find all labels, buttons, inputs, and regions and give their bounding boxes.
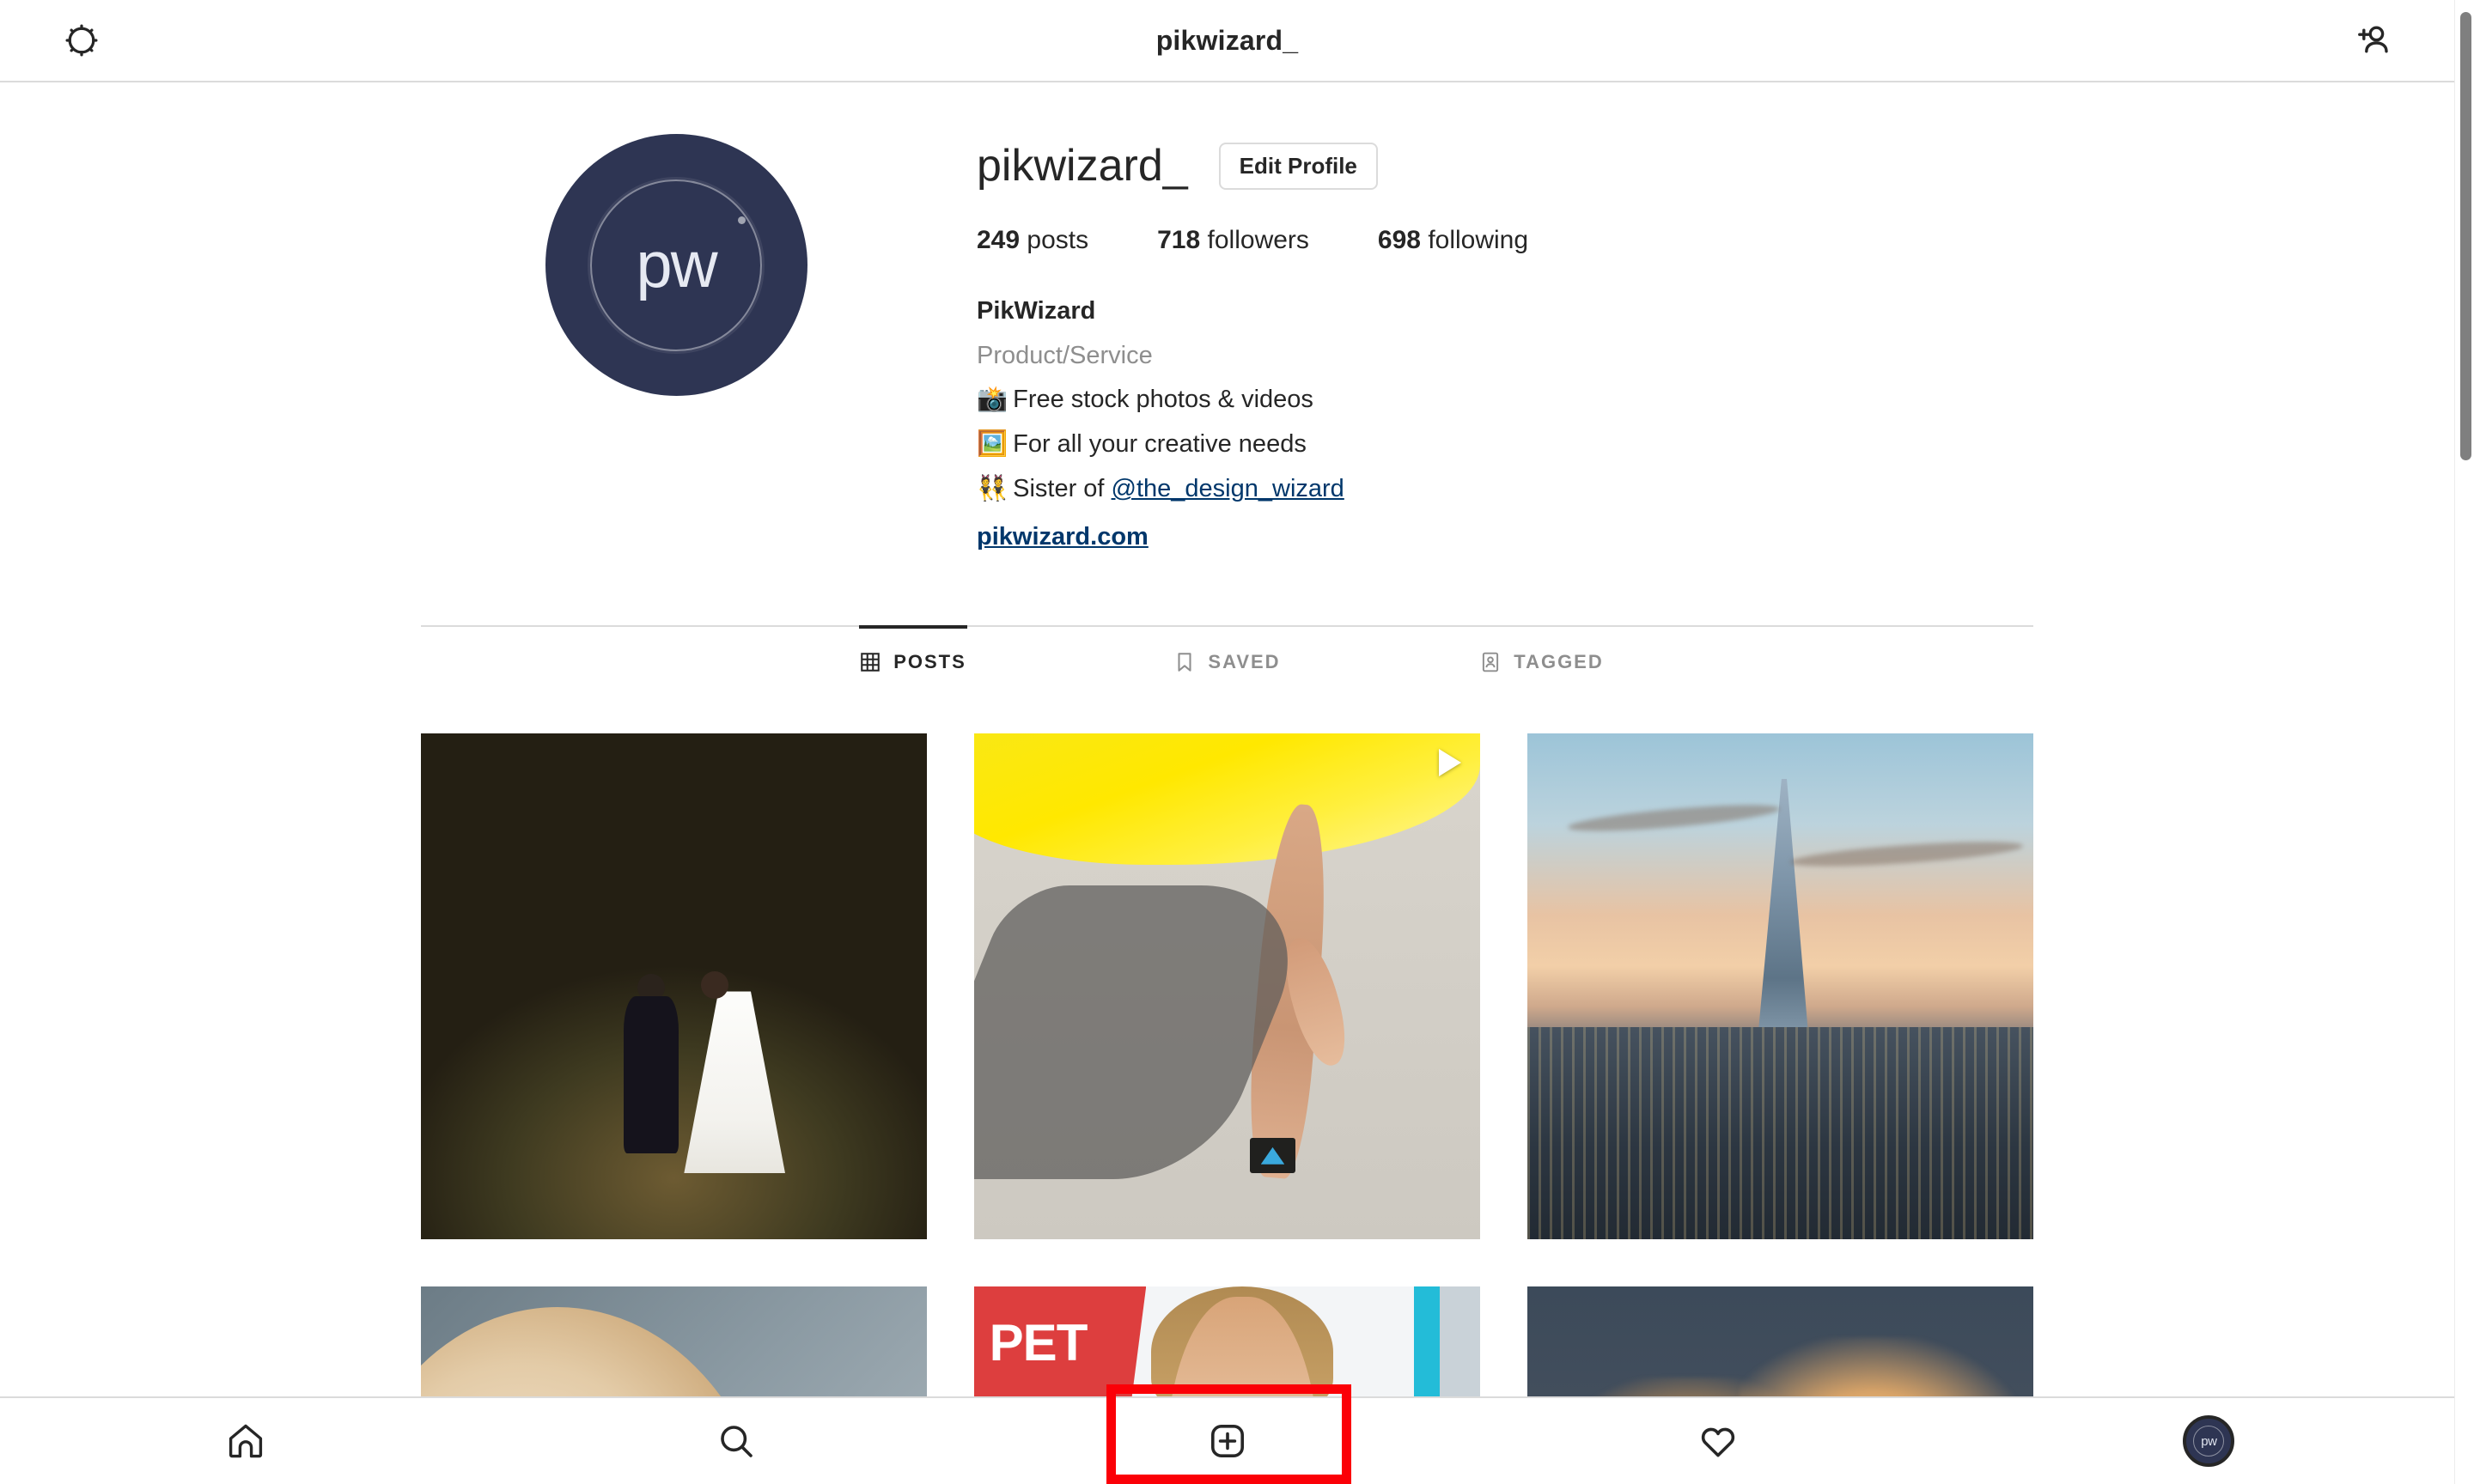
- discover-people-button[interactable]: [2291, 20, 2454, 61]
- posts-count: 249: [977, 225, 1021, 254]
- following-count: 698: [1377, 225, 1421, 254]
- avatar-container[interactable]: pw: [543, 134, 809, 560]
- surfer-ankle-leash: [1250, 1138, 1295, 1174]
- tab-tagged[interactable]: TAGGED: [1483, 625, 1602, 692]
- cloud-streak-left: [1567, 800, 1781, 836]
- tab-saved-label: SAVED: [1208, 651, 1281, 673]
- bio-line-2: 🖼️ For all your creative needs: [977, 423, 1597, 467]
- framed-picture-icon: 🖼️: [977, 430, 1008, 459]
- followers-stat[interactable]: 718 followers: [1157, 226, 1309, 255]
- bio-display-name: PikWizard: [977, 296, 1096, 325]
- post-tile-2[interactable]: [974, 733, 1480, 1240]
- bio-line-1-text: Free stock photos & videos: [1013, 386, 1313, 414]
- post-image-4: [421, 1286, 927, 1396]
- groom-figure: [637, 974, 665, 1002]
- city-skyline: [1527, 1026, 2033, 1240]
- bio-line-1: 📸 Free stock photos & videos: [977, 378, 1597, 423]
- bio-category: Product/Service: [977, 341, 1153, 369]
- activity-button[interactable]: [1472, 1398, 1963, 1484]
- tab-posts[interactable]: POSTS: [858, 625, 967, 692]
- post-tile-6[interactable]: [1527, 1286, 2033, 1396]
- plus-square-icon: [1207, 1420, 1248, 1462]
- cloud-streak-right: [1789, 836, 2024, 871]
- bio-mention-link[interactable]: @the_design_wizard: [1112, 475, 1344, 502]
- avatar[interactable]: pw: [545, 134, 807, 396]
- posts-label: posts: [1027, 225, 1089, 254]
- avatar-sparkle-icon: [737, 216, 746, 224]
- tab-posts-label: POSTS: [893, 651, 966, 673]
- bride-figure: [701, 971, 729, 1000]
- profile-bio: PikWizard Product/Service 📸 Free stock ph…: [977, 289, 1597, 560]
- scrollbar-thumb[interactable]: [2460, 12, 2471, 460]
- bookmark-icon: [1173, 651, 1196, 673]
- camera-flash-icon: 📸: [977, 386, 1008, 414]
- bio-line-2-text: For all your creative needs: [1013, 430, 1307, 459]
- posts-stat[interactable]: 249 posts: [977, 226, 1088, 255]
- create-post-button[interactable]: [982, 1398, 1472, 1484]
- pet-accent-strip: [1414, 1286, 1440, 1396]
- people-bunny-ears-icon: 👯: [977, 475, 1008, 503]
- post-image-3: [1527, 733, 2033, 1240]
- bio-line-3: 👯 Sister of @the_design_wizard: [977, 467, 1597, 512]
- username-row: pikwizard_ Edit Profile: [977, 143, 1597, 190]
- bio-line-3-text: Sister of: [1013, 475, 1112, 503]
- profile-content: pw pikwizard_ Edit Profile 249 posts 718…: [0, 82, 2454, 1396]
- profile-header: pw pikwizard_ Edit Profile 249 posts 718…: [543, 82, 2454, 560]
- profile-avatar-icon: pw: [2183, 1415, 2235, 1467]
- bottom-navigation: pw: [0, 1396, 2454, 1484]
- post-tile-3[interactable]: [1527, 733, 2033, 1240]
- home-icon: [225, 1420, 266, 1462]
- profile-stats: 249 posts 718 followers 698 following: [977, 226, 1597, 255]
- profile-button[interactable]: pw: [1964, 1398, 2454, 1484]
- profile-tabs: POSTS SAVED TAGGED: [421, 625, 2033, 692]
- page-title: pikwizard_: [1155, 24, 1299, 56]
- top-bar: pikwizard_: [0, 0, 2454, 82]
- post-tile-1[interactable]: [421, 733, 927, 1240]
- post-tile-4[interactable]: [421, 1286, 927, 1396]
- post-image-6: [1527, 1286, 2033, 1396]
- heart-icon: [1697, 1420, 1739, 1462]
- gear-icon: [62, 21, 101, 60]
- settings-button[interactable]: [0, 21, 163, 60]
- tab-tagged-label: TAGGED: [1514, 651, 1604, 673]
- bio-website-link[interactable]: pikwizard.com: [977, 515, 1597, 560]
- edit-profile-button[interactable]: Edit Profile: [1218, 143, 1378, 190]
- search-button[interactable]: [491, 1398, 981, 1484]
- nav-avatar-monogram: pw: [2201, 1433, 2217, 1449]
- profile-info: pikwizard_ Edit Profile 249 posts 718 fo…: [977, 134, 1597, 560]
- search-icon: [716, 1420, 757, 1462]
- add-person-icon: [2352, 20, 2393, 61]
- pet-background-panel: [1439, 1286, 1480, 1396]
- video-play-icon: [1439, 749, 1461, 777]
- person-badge-icon: [1479, 651, 1502, 673]
- following-label: following: [1428, 225, 1529, 254]
- post-image-2: [974, 733, 1480, 1240]
- pet-banner-line-1: PET: [989, 1314, 1088, 1372]
- post-tile-5[interactable]: PET CARE: [974, 1286, 1480, 1396]
- grid-icon: [859, 651, 881, 673]
- following-stat[interactable]: 698 following: [1378, 226, 1528, 255]
- home-button[interactable]: [0, 1398, 491, 1484]
- followers-count: 718: [1157, 225, 1201, 254]
- page-scrollbar[interactable]: [2454, 0, 2474, 1484]
- tab-saved[interactable]: SAVED: [1173, 625, 1282, 692]
- profile-username: pikwizard_: [977, 141, 1188, 191]
- followers-label: followers: [1207, 225, 1309, 254]
- post-image-1: [421, 733, 927, 1240]
- avatar-monogram: pw: [636, 228, 717, 301]
- post-grid: PET CARE: [421, 733, 2033, 1396]
- post-image-5: PET CARE: [974, 1286, 1480, 1396]
